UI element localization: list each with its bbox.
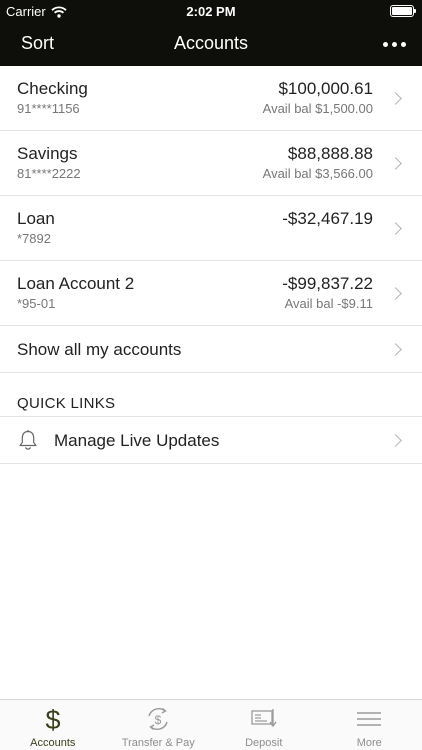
deposit-icon (251, 709, 277, 728)
bell-icon (19, 430, 37, 450)
tab-label: Transfer & Pay (121, 737, 195, 749)
status-bar: Carrier 2:02 PM (0, 0, 422, 22)
account-name: Checking (17, 79, 88, 98)
tab-label: More (356, 737, 382, 749)
account-balance: $100,000.61 (278, 79, 373, 98)
tab-transfer-pay[interactable]: $ Transfer & Pay (106, 700, 212, 750)
tab-label: Accounts (30, 737, 76, 749)
chevron-right-icon (389, 92, 402, 105)
svg-text:$: $ (45, 705, 60, 733)
battery-icon (390, 5, 416, 17)
more-options-button[interactable] (382, 38, 406, 50)
available-balance: Avail bal $1,500.00 (262, 101, 373, 116)
show-all-label: Show all my accounts (17, 340, 182, 359)
chevron-right-icon (389, 222, 402, 235)
account-balance: $88,888.88 (287, 144, 373, 163)
chevron-right-icon (389, 434, 402, 447)
menu-icon (357, 712, 382, 726)
account-number: *95-01 (17, 296, 56, 311)
section-header-label: QUICK LINKS (17, 395, 116, 412)
nav-bar: Sort Accounts (0, 22, 422, 66)
tab-label: Deposit (245, 737, 283, 749)
more-dot-icon (382, 41, 388, 47)
tab-more[interactable]: More (317, 700, 422, 750)
dollar-icon: $ (45, 705, 60, 733)
chevron-right-icon (389, 157, 402, 170)
account-balance: -$99,837.22 (282, 274, 373, 293)
account-row-checking[interactable]: Checking 91****1156 $100,000.61 Avail ba… (0, 66, 422, 131)
account-name: Loan Account 2 (17, 274, 135, 293)
transfer-icon: $ (148, 707, 168, 731)
account-balance: -$32,467.19 (282, 209, 373, 228)
tab-accounts[interactable]: $ Accounts (0, 700, 106, 750)
account-name: Loan (17, 209, 55, 228)
accounts-list: Checking 91****1156 $100,000.61 Avail ba… (0, 66, 422, 464)
quick-link-manage-live-updates[interactable]: Manage Live Updates (0, 417, 422, 464)
account-name: Savings (17, 144, 78, 163)
more-dot-icon (391, 41, 397, 47)
account-row-loan-account-2[interactable]: Loan Account 2 *95-01 -$99,837.22 Avail … (0, 261, 422, 326)
account-number: 91****1156 (17, 101, 80, 116)
svg-text:$: $ (155, 713, 162, 727)
account-row-savings[interactable]: Savings 81****2222 $88,888.88 Avail bal … (0, 131, 422, 196)
page-title: Accounts (173, 33, 249, 53)
chevron-right-icon (389, 287, 402, 300)
account-number: 81****2222 (17, 166, 81, 181)
tab-bar: $ Accounts $ Transfer & Pay Deposit More (0, 699, 422, 750)
available-balance: Avail bal -$9.11 (284, 296, 373, 311)
account-row-loan[interactable]: Loan *7892 -$32,467.19 (0, 196, 422, 261)
more-dot-icon (400, 41, 406, 47)
quick-link-label: Manage Live Updates (54, 431, 220, 450)
show-all-accounts-button[interactable]: Show all my accounts (0, 326, 422, 373)
chevron-right-icon (389, 343, 402, 356)
sort-button[interactable]: Sort (21, 33, 54, 54)
quick-links-header: QUICK LINKS (0, 373, 422, 417)
status-time: 2:02 PM (186, 4, 236, 19)
available-balance: Avail bal $3,566.00 (262, 166, 373, 181)
account-number: *7892 (17, 231, 51, 246)
tab-deposit[interactable]: Deposit (211, 700, 317, 750)
